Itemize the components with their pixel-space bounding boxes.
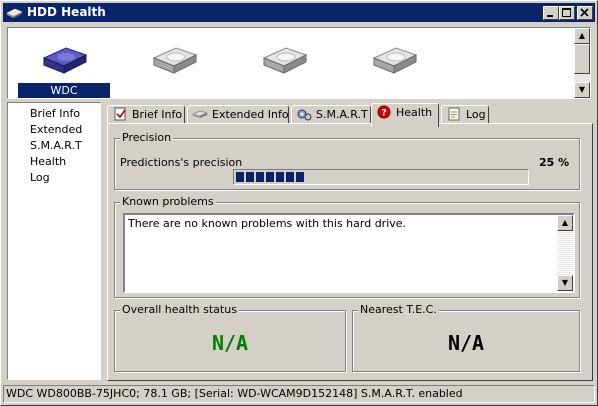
precision-progress-bar <box>233 169 529 185</box>
overall-health-value: N/A <box>211 331 249 355</box>
scroll-up-button[interactable]: ▲ <box>557 215 573 231</box>
maximize-button[interactable] <box>559 6 575 20</box>
arrow-up-icon: ▲ <box>578 31 586 40</box>
nav-item-brief-info[interactable]: Brief Info <box>8 106 100 122</box>
known-problems-textbox[interactable]: There are no known problems with this ha… <box>123 213 575 293</box>
window-title: HDD Health <box>27 5 106 19</box>
known-problems-text: There are no known problems with this ha… <box>128 217 407 230</box>
nav-item-smart[interactable]: S.M.A.R.T <box>8 138 100 154</box>
hard-drive-icon <box>262 47 308 74</box>
hard-drive-icon <box>372 47 418 74</box>
drive-label <box>238 83 330 98</box>
app-window: HDD Health WDC ▲ ▼ Brief Info Extended S… <box>0 0 598 406</box>
overall-health-legend: Overall health status <box>120 303 239 317</box>
side-nav: Brief Info Extended S.M.A.R.T Health Log <box>7 102 101 380</box>
drive-item[interactable]: WDC <box>18 36 110 98</box>
arrow-down-icon: ▼ <box>578 85 586 94</box>
progress-block <box>256 172 264 182</box>
hdd-app-icon <box>6 8 23 18</box>
close-button[interactable] <box>577 6 593 20</box>
notepad-icon <box>448 107 460 121</box>
title-bar[interactable]: HDD Health <box>3 3 595 22</box>
drive-label: WDC <box>18 83 110 98</box>
arrow-up-icon: ▲ <box>561 218 569 227</box>
drive-list-scrollbar[interactable]: ▲ ▼ <box>574 28 590 98</box>
known-problems-legend: Known problems <box>120 195 216 209</box>
hard-drive-icon <box>42 47 88 74</box>
known-problems-scrollbar[interactable]: ▲ ▼ <box>557 215 573 291</box>
tab-extended-info[interactable]: Extended Info <box>187 105 289 125</box>
progress-block <box>286 172 294 182</box>
nav-item-health[interactable]: Health <box>8 154 100 170</box>
minimize-button[interactable] <box>543 6 559 20</box>
tab-log[interactable]: Log <box>441 105 489 125</box>
status-bar: WDC WD800BB-75JHC0; 78.1 GB; [Serial: WD… <box>3 385 595 403</box>
precision-legend: Precision <box>120 131 174 145</box>
precision-group: Precision Predictions's precision 25 % <box>114 131 580 190</box>
overall-health-group: Overall health status N/A <box>114 303 346 372</box>
progress-block <box>276 172 284 182</box>
tab-health[interactable]: ? Health <box>371 103 439 127</box>
nav-item-extended[interactable]: Extended <box>8 122 100 138</box>
progress-block <box>296 172 304 182</box>
drive-item[interactable] <box>348 36 440 96</box>
tab-smart[interactable]: S.M.A.R.T <box>291 105 371 125</box>
drive-item[interactable] <box>238 36 330 96</box>
drive-label <box>348 83 440 98</box>
scroll-thumb[interactable] <box>574 44 590 74</box>
tab-strip: Brief Info Extended Info S.M.A.R.T ? Heal… <box>107 103 591 127</box>
tab-brief-info[interactable]: Brief Info <box>107 105 185 125</box>
nearest-tec-group: Nearest T.E.C. N/A <box>352 303 580 372</box>
drive-item[interactable] <box>128 36 220 96</box>
hard-drive-icon <box>192 110 208 118</box>
drive-list: WDC ▲ ▼ <box>7 27 591 99</box>
health-question-icon: ? <box>377 105 391 119</box>
progress-block <box>236 172 244 182</box>
progress-block <box>246 172 254 182</box>
precision-value: 25 % <box>539 156 570 169</box>
status-text: WDC WD800BB-75JHC0; 78.1 GB; [Serial: WD… <box>6 387 463 400</box>
health-panel: Precision Predictions's precision 25 % K… <box>107 123 593 381</box>
progress-block <box>266 172 274 182</box>
scroll-up-button[interactable]: ▲ <box>574 28 590 44</box>
nav-item-log[interactable]: Log <box>8 170 100 186</box>
gears-icon <box>297 109 312 121</box>
nearest-tec-value: N/A <box>447 331 485 355</box>
precision-label: Predictions's precision <box>120 156 243 169</box>
drive-label <box>128 83 220 98</box>
nearest-tec-legend: Nearest T.E.C. <box>358 303 439 317</box>
minimize-icon <box>547 15 553 17</box>
scroll-down-button[interactable]: ▼ <box>574 82 590 98</box>
svg-text:?: ? <box>381 109 386 119</box>
hard-drive-icon <box>152 47 198 74</box>
document-check-icon <box>114 107 126 121</box>
maximize-icon <box>562 8 571 17</box>
arrow-down-icon: ▼ <box>561 278 569 287</box>
scroll-down-button[interactable]: ▼ <box>557 275 573 291</box>
known-problems-group: Known problems There are no known proble… <box>114 195 580 298</box>
close-icon <box>580 8 589 17</box>
